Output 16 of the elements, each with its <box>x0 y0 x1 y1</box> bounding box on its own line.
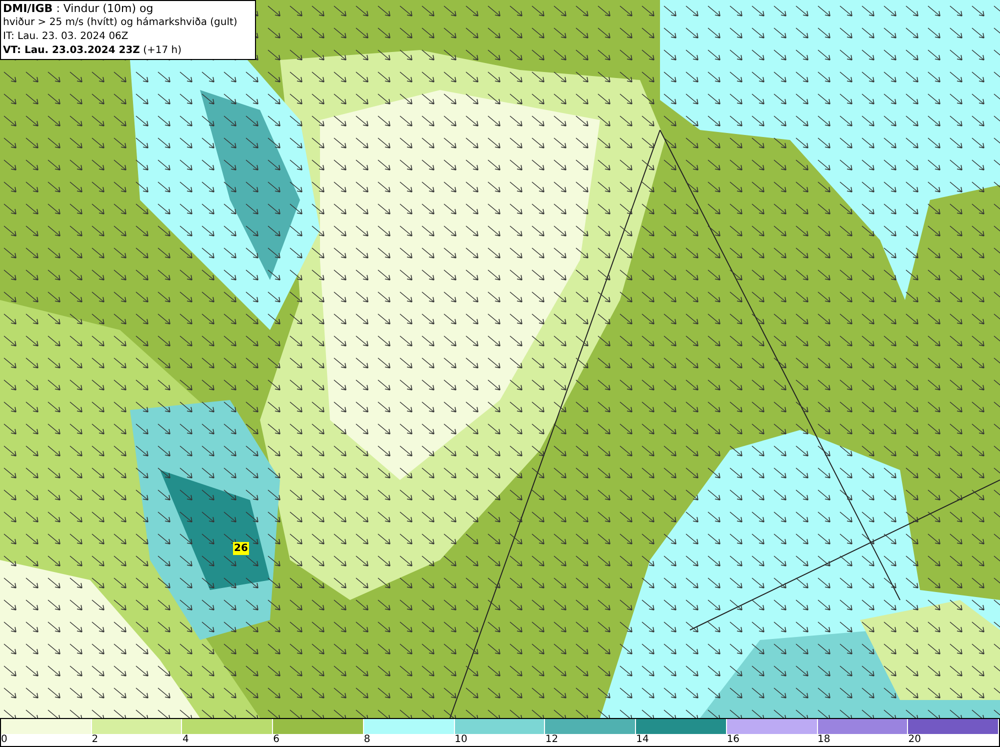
legend-label: 6 <box>273 734 280 746</box>
legend-label: 2 <box>92 734 98 746</box>
legend-label: 18 <box>818 734 830 746</box>
legend-label: 4 <box>182 734 189 746</box>
info-text: hviður > 25 m/s (hvítt) og hámarkshviða (gult) <box>3 16 238 30</box>
legend-label: 8 <box>364 734 370 746</box>
legend-label: 16 <box>726 734 740 746</box>
info-text: DMI/IGB : Vindur (10m) og <box>3 2 154 16</box>
legend-label: 14 <box>636 734 649 746</box>
legend-label: 0 <box>1 734 8 746</box>
legend-label: 12 <box>545 734 558 746</box>
info-text: IT: Lau. 23. 03. 2024 06Z <box>3 30 130 44</box>
legend-label: 20 <box>908 734 921 746</box>
gust-marker: 26 <box>233 542 249 555</box>
info-text: VT: Lau. 23.03.2024 23Z (+17 h) <box>3 44 183 58</box>
legend-label: 10 <box>454 734 468 746</box>
